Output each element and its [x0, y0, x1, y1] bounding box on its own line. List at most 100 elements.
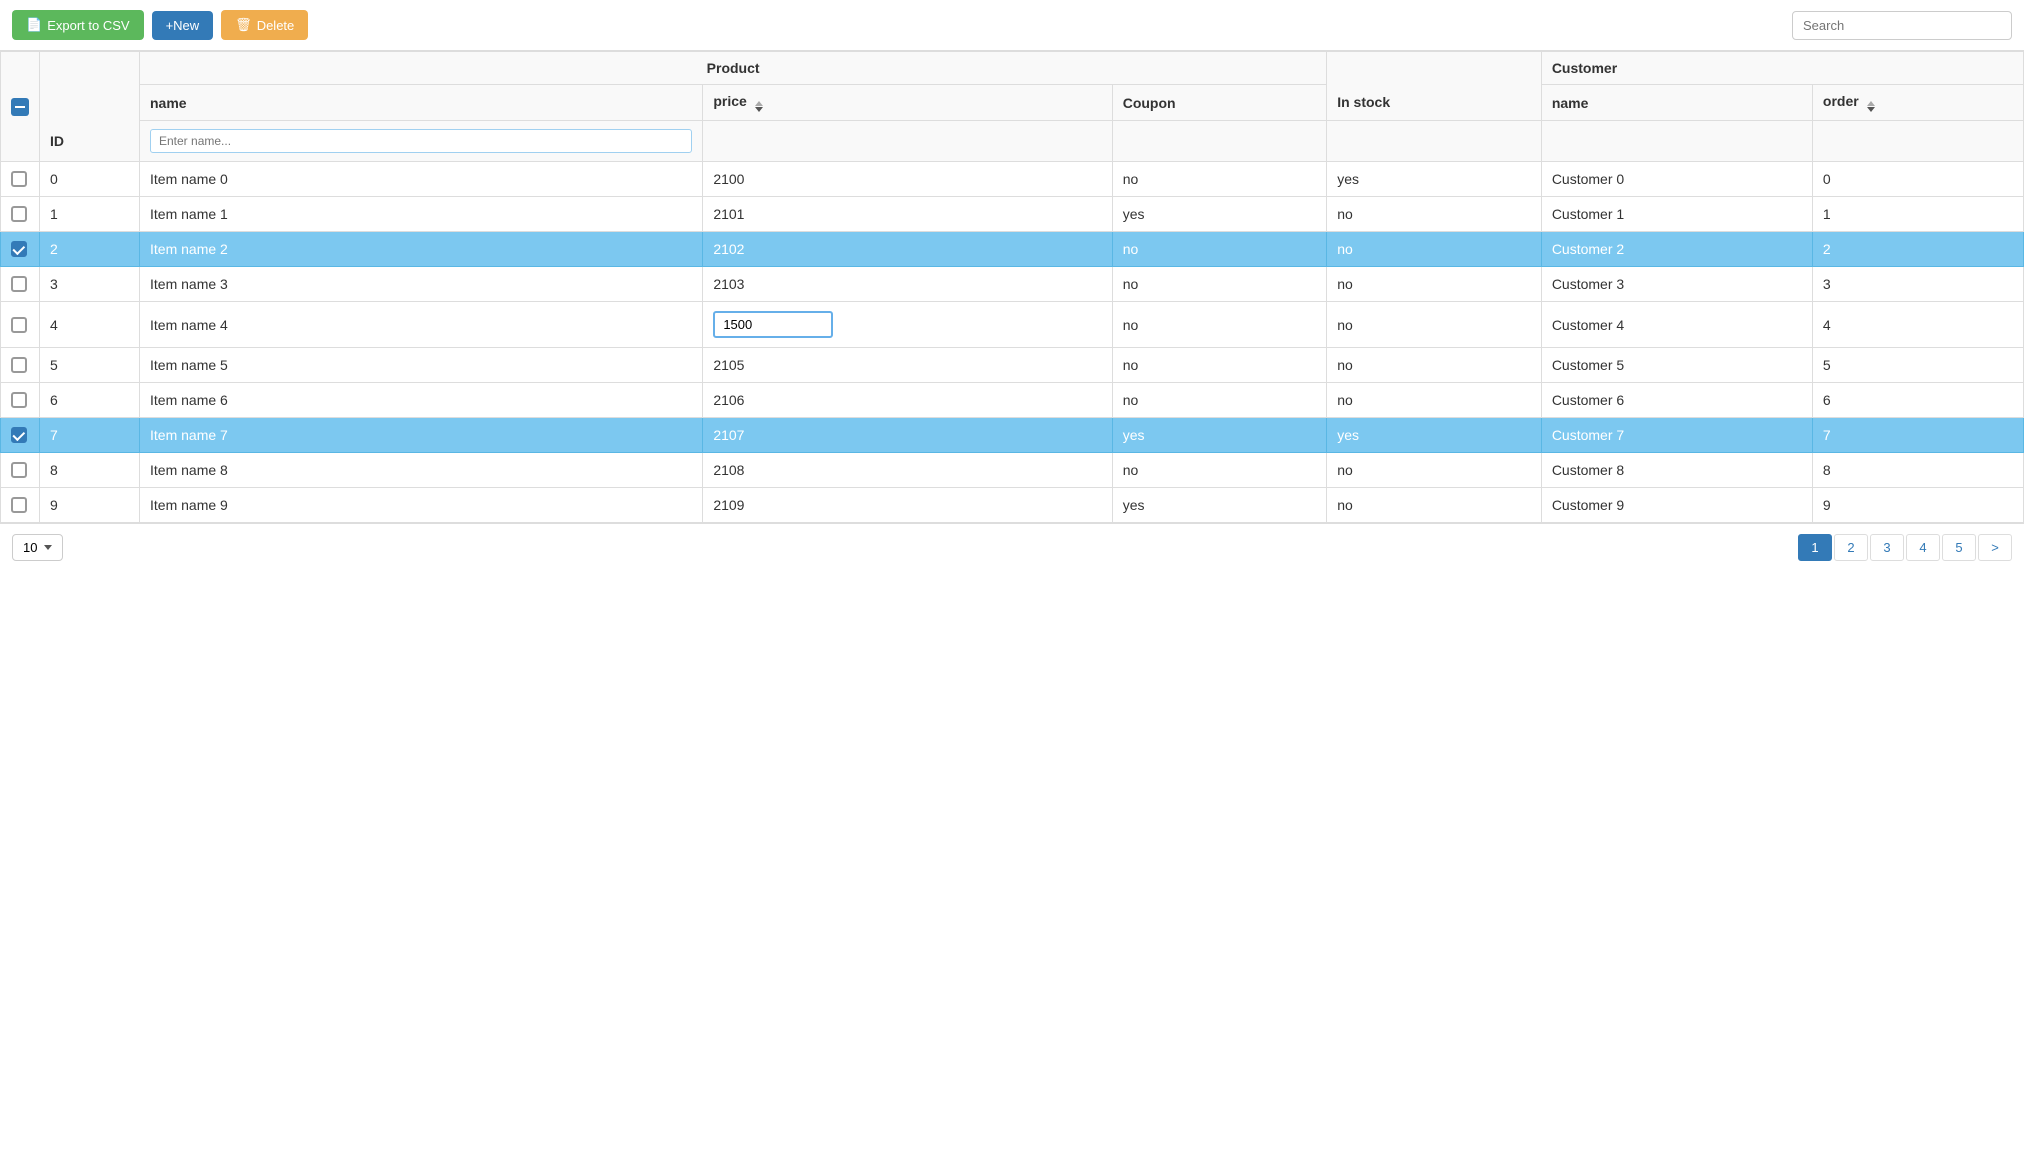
pagination: 12345>	[1798, 534, 2012, 561]
row-checkbox-cell	[1, 302, 40, 348]
row-coupon: no	[1112, 162, 1327, 197]
pagination-page-1-button[interactable]: 1	[1798, 534, 1832, 561]
row-id: 2	[40, 232, 140, 267]
sort-up-icon	[755, 101, 763, 106]
row-price[interactable]	[703, 302, 1112, 348]
th-select-all[interactable]	[1, 52, 40, 162]
th-id: ID	[40, 52, 140, 162]
th-filter-instock	[1327, 121, 1542, 162]
row-price: 2107	[703, 418, 1112, 453]
row-checkbox[interactable]	[11, 276, 27, 292]
export-csv-button[interactable]: 📄 Export to CSV	[12, 10, 144, 40]
pagination-page-5-button[interactable]: 5	[1942, 534, 1976, 561]
row-customer-name: Customer 7	[1541, 418, 1812, 453]
row-customer-name: Customer 6	[1541, 383, 1812, 418]
header-sub-row: name price Coupon name order	[1, 85, 2024, 121]
deselect-all-button[interactable]	[11, 98, 29, 116]
row-product-name: Item name 6	[140, 383, 703, 418]
filter-name-input[interactable]	[150, 129, 692, 153]
row-id: 0	[40, 162, 140, 197]
export-icon: 📄	[26, 17, 42, 33]
th-price[interactable]: price	[703, 85, 1112, 121]
data-table: ID Product In stock Customer name price	[0, 51, 2024, 523]
row-order: 7	[1812, 418, 2023, 453]
row-checkbox[interactable]	[11, 357, 27, 373]
row-coupon: yes	[1112, 418, 1327, 453]
row-instock: no	[1327, 267, 1542, 302]
row-customer-name: Customer 2	[1541, 232, 1812, 267]
pagination-page-3-button[interactable]: 3	[1870, 534, 1904, 561]
row-instock: no	[1327, 232, 1542, 267]
price-sort-icon	[755, 101, 763, 112]
row-instock: no	[1327, 488, 1542, 523]
row-checkbox[interactable]	[11, 392, 27, 408]
page-size-value: 10	[23, 540, 37, 555]
row-order: 8	[1812, 453, 2023, 488]
table-row: 9Item name 92109yesnoCustomer 99	[1, 488, 2024, 523]
row-customer-name: Customer 5	[1541, 348, 1812, 383]
row-coupon: yes	[1112, 197, 1327, 232]
row-checkbox[interactable]	[11, 171, 27, 187]
price-edit-input[interactable]	[713, 311, 833, 338]
th-filter-order	[1812, 121, 2023, 162]
row-checkbox[interactable]	[11, 462, 27, 478]
row-id: 9	[40, 488, 140, 523]
delete-label: Delete	[257, 18, 295, 33]
row-price: 2108	[703, 453, 1112, 488]
delete-button[interactable]: 🗑 Delete	[221, 10, 308, 40]
row-customer-name: Customer 9	[1541, 488, 1812, 523]
row-checkbox[interactable]	[11, 317, 27, 333]
row-price: 2103	[703, 267, 1112, 302]
row-coupon: no	[1112, 453, 1327, 488]
row-product-name: Item name 4	[140, 302, 703, 348]
page-size-caret-icon	[44, 545, 52, 550]
row-order: 0	[1812, 162, 2023, 197]
row-order: 9	[1812, 488, 2023, 523]
row-order: 2	[1812, 232, 2023, 267]
pagination-next-button[interactable]: >	[1978, 534, 2012, 561]
search-input[interactable]	[1792, 11, 2012, 40]
row-coupon: no	[1112, 348, 1327, 383]
row-price: 2105	[703, 348, 1112, 383]
footer: 10 12345>	[0, 523, 2024, 571]
new-button[interactable]: +New	[152, 11, 214, 40]
row-id: 3	[40, 267, 140, 302]
pagination-page-2-button[interactable]: 2	[1834, 534, 1868, 561]
row-checkbox-cell	[1, 418, 40, 453]
table-row: 8Item name 82108nonoCustomer 88	[1, 453, 2024, 488]
th-product-name: name	[140, 85, 703, 121]
order-sort-icon	[1867, 101, 1875, 112]
page-size-button[interactable]: 10	[12, 534, 63, 561]
pagination-page-4-button[interactable]: 4	[1906, 534, 1940, 561]
th-customer-name: name	[1541, 85, 1812, 121]
row-checkbox-cell	[1, 383, 40, 418]
header-group-row: ID Product In stock Customer	[1, 52, 2024, 85]
row-id: 6	[40, 383, 140, 418]
row-product-name: Item name 2	[140, 232, 703, 267]
row-checkbox-cell	[1, 267, 40, 302]
row-coupon: no	[1112, 232, 1327, 267]
row-customer-name: Customer 8	[1541, 453, 1812, 488]
row-order: 6	[1812, 383, 2023, 418]
row-product-name: Item name 3	[140, 267, 703, 302]
sort-up-icon	[1867, 101, 1875, 106]
row-id: 7	[40, 418, 140, 453]
sort-down-icon	[755, 107, 763, 112]
table-row: 4Item name 4nonoCustomer 44	[1, 302, 2024, 348]
row-checkbox[interactable]	[11, 241, 27, 257]
row-id: 1	[40, 197, 140, 232]
row-id: 4	[40, 302, 140, 348]
row-checkbox[interactable]	[11, 497, 27, 513]
row-price: 2109	[703, 488, 1112, 523]
row-product-name: Item name 8	[140, 453, 703, 488]
row-price: 2101	[703, 197, 1112, 232]
table-row: 5Item name 52105nonoCustomer 55	[1, 348, 2024, 383]
table-row: 2Item name 22102nonoCustomer 22	[1, 232, 2024, 267]
row-checkbox[interactable]	[11, 206, 27, 222]
row-checkbox[interactable]	[11, 427, 27, 443]
th-order[interactable]: order	[1812, 85, 2023, 121]
row-customer-name: Customer 1	[1541, 197, 1812, 232]
row-instock: no	[1327, 197, 1542, 232]
table-row: 1Item name 12101yesnoCustomer 11	[1, 197, 2024, 232]
row-checkbox-cell	[1, 348, 40, 383]
